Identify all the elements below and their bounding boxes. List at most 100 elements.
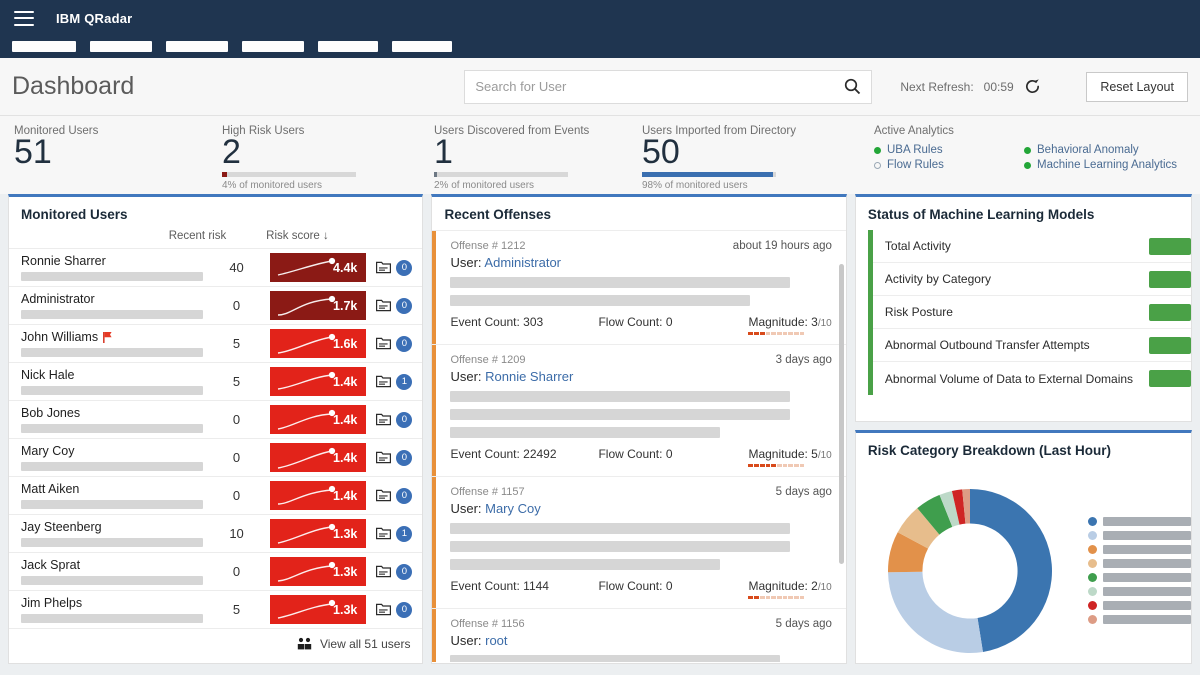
- sparkline-icon: [274, 519, 346, 548]
- hamburger-icon[interactable]: [14, 11, 34, 26]
- nav-tab-3[interactable]: [242, 41, 304, 52]
- donut-slice-0[interactable]: [970, 489, 1052, 652]
- nav-tab-5[interactable]: [392, 41, 452, 52]
- legend-item[interactable]: [1088, 601, 1191, 610]
- offense-item[interactable]: Offense # 1209 3 days ago User: Ronnie S…: [432, 344, 845, 476]
- risk-score-chip[interactable]: 1.6k: [270, 329, 366, 358]
- kpi-value: 51: [14, 135, 222, 170]
- risk-score-chip[interactable]: 4.4k: [270, 253, 366, 282]
- table-row[interactable]: Jay Steenberg 10 1.3k 1: [9, 514, 422, 552]
- table-row[interactable]: Administrator 0 1.7k 0: [9, 286, 422, 324]
- table-row[interactable]: Jack Sprat 0 1.3k 0: [9, 552, 422, 590]
- refresh-icon[interactable]: [1024, 78, 1041, 95]
- table-row[interactable]: Bob Jones 0 1.4k 0: [9, 400, 422, 438]
- view-all-users-link[interactable]: View all 51 users: [9, 628, 422, 659]
- offense-count-badge[interactable]: 0: [396, 336, 412, 352]
- offense-count-badge[interactable]: 0: [396, 260, 412, 276]
- offense-flow-count: Flow Count: 0: [598, 315, 748, 335]
- nav-tab-2[interactable]: [166, 41, 228, 52]
- folder-icon[interactable]: [376, 489, 391, 502]
- offense-body: Offense # 1209 3 days ago User: Ronnie S…: [436, 345, 831, 476]
- legend-item[interactable]: [1088, 615, 1191, 624]
- user-cell: Mary Coy: [21, 444, 203, 471]
- folder-icon[interactable]: [376, 603, 391, 616]
- table-row[interactable]: Nick Hale 5 1.4k 1: [9, 362, 422, 400]
- folder-icon[interactable]: [376, 299, 391, 312]
- folder-icon[interactable]: [376, 527, 391, 540]
- redacted-detail: [21, 576, 203, 585]
- folder-icon[interactable]: [376, 451, 391, 464]
- table-row[interactable]: Mary Coy 0 1.4k 0: [9, 438, 422, 476]
- analytics-item-1[interactable]: Behavioral Anomaly: [1024, 144, 1177, 156]
- risk-score-chip[interactable]: 1.4k: [270, 481, 366, 510]
- table-row[interactable]: Jim Phelps 5 1.3k 0: [9, 590, 422, 628]
- legend-item[interactable]: [1088, 517, 1191, 526]
- ml-model-row[interactable]: Total Activity: [873, 230, 1191, 263]
- analytics-item-2[interactable]: Flow Rules: [874, 159, 1024, 171]
- offense-count-badge[interactable]: 0: [396, 488, 412, 504]
- legend-item[interactable]: [1088, 559, 1191, 568]
- analytics-item-3[interactable]: Machine Learning Analytics: [1024, 159, 1177, 171]
- risk-score-chip[interactable]: 1.4k: [270, 367, 366, 396]
- analytics-item-0[interactable]: UBA Rules: [874, 144, 1024, 156]
- folder-icon[interactable]: [376, 413, 391, 426]
- analytics-label: Behavioral Anomaly: [1037, 144, 1139, 156]
- folder-icon[interactable]: [376, 565, 391, 578]
- table-row[interactable]: John Williams 5 1.6k 0: [9, 324, 422, 362]
- legend-item[interactable]: [1088, 587, 1191, 596]
- risk-score-chip[interactable]: 1.3k: [270, 595, 366, 624]
- row-actions: 0: [367, 450, 413, 466]
- legend-item[interactable]: [1088, 531, 1191, 540]
- offense-count-badge[interactable]: 0: [396, 298, 412, 314]
- offenses-scrollbar[interactable]: [839, 264, 844, 564]
- donut-slice-1[interactable]: [888, 571, 983, 652]
- folder-icon[interactable]: [376, 375, 391, 388]
- nav-tab-4[interactable]: [318, 41, 378, 52]
- ml-model-row[interactable]: Abnormal Volume of Data to External Doma…: [873, 362, 1191, 395]
- risk-score-chip[interactable]: 1.4k: [270, 443, 366, 472]
- legend-color-dot: [1088, 559, 1097, 568]
- search-icon[interactable]: [844, 78, 861, 95]
- offense-item[interactable]: Offense # 1156 5 days ago User: root ot …: [432, 608, 845, 662]
- user-cell: Administrator: [21, 292, 203, 319]
- offense-count-badge[interactable]: 0: [396, 602, 412, 618]
- offense-count-badge[interactable]: 0: [396, 564, 412, 580]
- legend-color-dot: [1088, 615, 1097, 624]
- table-row[interactable]: Ronnie Sharrer 40 4.4k 0: [9, 248, 422, 286]
- offense-item[interactable]: Offense # 1212 about 19 hours ago User: …: [432, 230, 845, 344]
- redacted-detail: [21, 538, 203, 547]
- ml-model-row[interactable]: Abnormal Outbound Transfer Attempts: [873, 329, 1191, 362]
- offense-count-badge[interactable]: 0: [396, 450, 412, 466]
- search-box[interactable]: [464, 70, 872, 104]
- search-input[interactable]: [475, 79, 844, 94]
- nav-tab-1[interactable]: [90, 41, 152, 52]
- nav-tab-0[interactable]: [12, 41, 76, 52]
- kpi-card-2: Users Discovered from Events 1 2% of mon…: [434, 125, 642, 194]
- user-name: Nick Hale: [21, 368, 203, 382]
- offense-count-badge[interactable]: 0: [396, 412, 412, 428]
- offense-count-badge[interactable]: 1: [396, 526, 412, 542]
- folder-icon[interactable]: [376, 337, 391, 350]
- redacted-detail: [21, 500, 203, 509]
- folder-icon[interactable]: [376, 261, 391, 274]
- redacted-detail: [450, 541, 790, 552]
- column-header-risk-score[interactable]: Risk score ↓: [238, 230, 356, 242]
- ml-model-row[interactable]: Risk Posture: [873, 296, 1191, 329]
- risk-score-chip[interactable]: 1.3k: [270, 557, 366, 586]
- legend-item[interactable]: [1088, 573, 1191, 582]
- table-row[interactable]: Matt Aiken 0 1.4k 0: [9, 476, 422, 514]
- risk-score-chip[interactable]: 1.4k: [270, 405, 366, 434]
- recent-risk-value: 0: [203, 298, 270, 313]
- offense-count-badge[interactable]: 1: [396, 374, 412, 390]
- monitored-users-header-row: Recent risk Risk score ↓: [9, 230, 422, 248]
- ml-model-name: Risk Posture: [885, 305, 953, 319]
- risk-score-chip[interactable]: 1.7k: [270, 291, 366, 320]
- reset-layout-button[interactable]: Reset Layout: [1086, 72, 1188, 102]
- sparkline-icon: [274, 291, 346, 320]
- legend-item[interactable]: [1088, 545, 1191, 554]
- offense-magnitude: Magnitude: 3/10: [748, 315, 831, 335]
- offense-item[interactable]: Offense # 1157 5 days ago User: Mary Coy…: [432, 476, 845, 608]
- offense-stats: Event Count: 22492 Flow Count: 0 Magnitu…: [450, 447, 831, 467]
- ml-model-row[interactable]: Activity by Category: [873, 263, 1191, 296]
- risk-score-chip[interactable]: 1.3k: [270, 519, 366, 548]
